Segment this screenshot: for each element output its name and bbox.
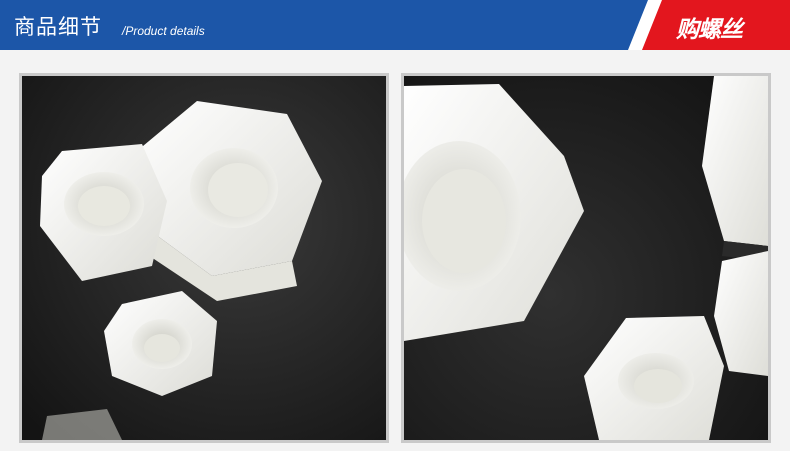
brand-badge <box>0 0 790 50</box>
section-subtitle: /Product details <box>122 24 205 38</box>
nuts-image-left <box>22 76 386 440</box>
nuts-image-right <box>404 76 768 440</box>
brand-logo-text: 购螺丝 <box>676 17 743 43</box>
product-photo-left <box>19 73 389 443</box>
product-photo-right <box>401 73 771 443</box>
section-title: 商品细节 <box>14 15 102 39</box>
header-banner: 商品细节 /Product details 购螺丝 <box>0 0 790 50</box>
